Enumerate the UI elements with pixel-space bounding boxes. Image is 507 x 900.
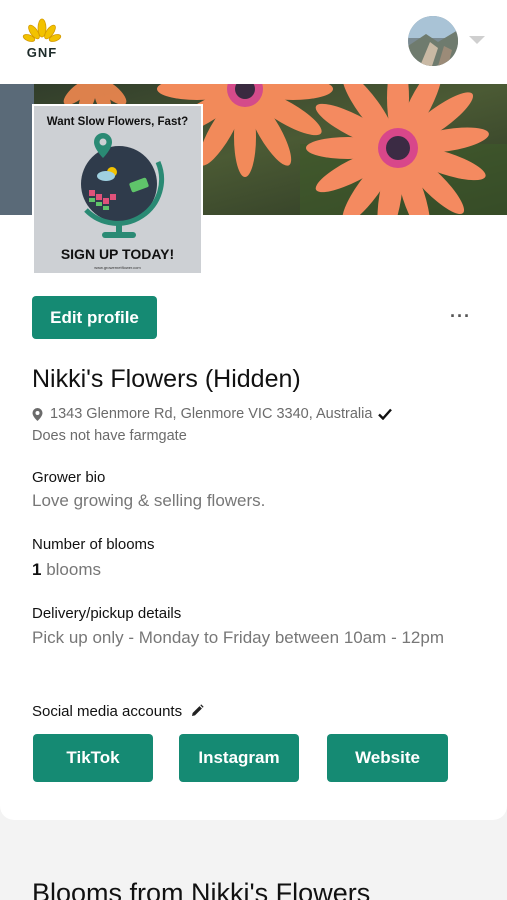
instagram-button[interactable]: Instagram [179,734,299,782]
more-options-icon[interactable]: ··· [450,306,472,326]
edit-profile-button[interactable]: Edit profile [32,296,157,339]
blooms-label: Number of blooms [32,536,155,553]
profile-image: Want Slow Flowers, Fast? SIGN UP TODAY! … [32,104,203,275]
address-text: 1343 Glenmore Rd, Glenmore VIC 3340, Aus… [50,406,373,422]
blooms-unit: blooms [46,560,102,579]
delivery-value: Pick up only - Monday to Friday between … [32,628,444,647]
social-media-heading: Social media accounts [32,702,204,720]
globe-icon [81,133,165,238]
promo-cta: SIGN UP TODAY! [60,246,175,262]
flower-logo-icon [22,18,62,42]
blooms-count: 1 [32,560,42,579]
address-row: 1343 Glenmore Rd, Glenmore VIC 3340, Aus… [32,405,393,423]
gnf-logo[interactable]: GNF [22,18,62,62]
tiktok-button[interactable]: TikTok [33,734,153,782]
bio-label: Grower bio [32,469,106,486]
edit-pencil-icon[interactable] [190,704,204,718]
farmgate-status: Does not have farmgate [32,428,187,444]
blooms-section-title: Blooms from Nikki's Flowers [32,878,371,900]
page-title: Nikki's Flowers (Hidden) [32,365,301,393]
website-button[interactable]: Website [327,734,448,782]
app-header: GNF [0,0,507,84]
promo-url: www.growernetflower.com [94,265,141,270]
bio-value: Love growing & selling flowers. [32,491,266,510]
location-pin-icon [32,407,43,421]
delivery-label: Delivery/pickup details [32,605,182,622]
blooms-count-row: 1 blooms [32,557,101,583]
verified-check-icon [378,408,393,420]
caret-down-icon[interactable] [469,36,485,44]
promo-headline: Want Slow Flowers, Fast? [46,116,189,128]
avatar-photo-icon [408,16,458,66]
social-media-label: Social media accounts [32,702,183,720]
user-avatar[interactable] [408,16,458,66]
logo-text: GNF [26,45,58,60]
